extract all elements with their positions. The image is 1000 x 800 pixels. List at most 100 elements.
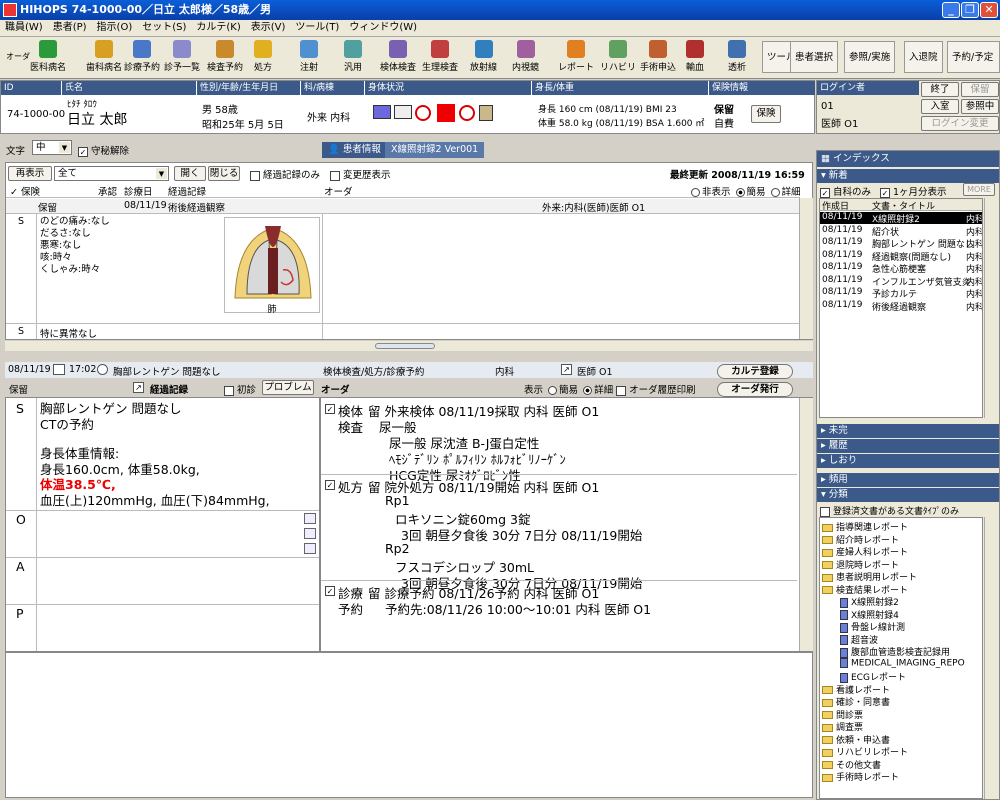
search-icon[interactable]	[304, 528, 316, 539]
reference-status-button[interactable]: 参照中	[961, 99, 999, 114]
one-month-toggle[interactable]: ✓ 1ヶ月分表示	[880, 184, 947, 198]
menu-tool[interactable]: ツール(T)	[290, 20, 344, 36]
section-new[interactable]: ▾ 新着	[817, 169, 999, 183]
allergy-icon[interactable]	[373, 105, 391, 119]
tree-item[interactable]: 手術時レポート	[822, 770, 899, 783]
guard-checkbox[interactable]: ✓	[78, 146, 88, 157]
one-month-checkbox[interactable]: ✓	[880, 187, 890, 198]
section-frequent[interactable]: ▸ 頻用	[817, 473, 999, 487]
login-change-button[interactable]: ログイン変更	[921, 116, 999, 131]
minimize-button[interactable]: _	[942, 2, 960, 18]
section-category[interactable]: ▾ 分類	[817, 488, 999, 502]
first-visit-checkbox[interactable]	[224, 385, 234, 396]
tree-item[interactable]: 退院時レポート	[822, 558, 899, 571]
close-all-button[interactable]: 閉じる	[208, 166, 240, 181]
only-progress-toggle[interactable]: 経過記録のみ	[250, 167, 320, 181]
toolbar-button-7[interactable]: 汎用	[344, 39, 362, 77]
reference-button[interactable]: 参照/実施	[844, 41, 896, 73]
index-row[interactable]: 08/11/19 急性心筋梗塞 内科	[820, 262, 982, 275]
change-history-toggle[interactable]: 変更歴表示	[330, 167, 391, 181]
wheelchair-icon[interactable]	[394, 105, 412, 119]
section-bookmark[interactable]: ▸ しおり	[817, 454, 999, 468]
orders-scrollbar[interactable]	[799, 398, 813, 651]
prohibit-icon[interactable]	[415, 105, 431, 121]
document-icon[interactable]	[479, 105, 493, 121]
menu-staff[interactable]: 職員(W)	[0, 20, 48, 36]
order-checkbox[interactable]: ✓	[325, 586, 335, 596]
order-issue-button[interactable]: オーダ発行	[717, 382, 793, 397]
list-icon[interactable]	[304, 513, 316, 524]
guard-toggle[interactable]: ✓ 守秘解除	[78, 143, 129, 157]
tree-item[interactable]: その他文書	[822, 758, 881, 771]
tree-item[interactable]: ECGレポート	[840, 670, 906, 683]
patient-select-button[interactable]: 患者選択	[790, 41, 839, 73]
more-button[interactable]: MORE	[963, 183, 995, 196]
history-row[interactable]: 保留 08/11/19 術後経過観察 外来:内科(医師)医師 O1	[6, 199, 800, 214]
menu-order[interactable]: 指示(O)	[92, 20, 138, 36]
history-print-checkbox[interactable]	[616, 385, 627, 396]
toolbar-button-13[interactable]: リハビリ	[600, 39, 636, 77]
order-checkbox[interactable]: ✓	[325, 404, 335, 414]
tree-item[interactable]: 問診票	[822, 708, 863, 721]
tree-item[interactable]: 骨盤レ線計測	[840, 620, 905, 633]
radio-detail[interactable]	[770, 188, 780, 197]
toolbar-button-0[interactable]: 医科病名	[30, 39, 66, 77]
tree-item[interactable]: 紹介時レポート	[822, 533, 899, 546]
admission-button[interactable]: 入退院	[904, 41, 943, 73]
tree-item[interactable]: 指導関連レポート	[822, 520, 908, 533]
refresh-button[interactable]: 再表示	[8, 166, 52, 181]
calendar-icon[interactable]	[53, 364, 65, 375]
maximize-button[interactable]: ❐	[961, 2, 979, 18]
radio-hidden[interactable]	[691, 188, 700, 197]
problem-button[interactable]: プロブレム	[262, 380, 314, 395]
only-progress-checkbox[interactable]	[250, 170, 260, 181]
toolbar-button-10[interactable]: 放射線	[470, 39, 497, 77]
menu-set[interactable]: セット(S)	[137, 20, 191, 36]
tree-item[interactable]: 産婦人科レポート	[822, 545, 908, 558]
index-row[interactable]: 08/11/19 紹介状 内科	[820, 225, 982, 238]
infection-icon[interactable]	[437, 104, 455, 122]
end-button[interactable]: 終了	[921, 82, 959, 97]
close-button[interactable]: ✕	[980, 2, 998, 18]
toolbar-button-12[interactable]: レポート	[558, 39, 594, 77]
radio-editor-detail[interactable]	[583, 386, 593, 395]
s-textarea[interactable]: 胸部レントゲン 問題なし CTの予約 身長体重情報: 身長160.0cm, 体重…	[40, 401, 310, 509]
tree-item[interactable]: 超音波	[840, 633, 878, 646]
toolbar-button-16[interactable]: 透析	[728, 39, 746, 77]
history-scrollbar[interactable]	[799, 198, 813, 339]
tree-scrollbar[interactable]	[984, 517, 998, 799]
tree-item[interactable]: 看護レポート	[822, 683, 890, 696]
link-icon[interactable]: ↗	[133, 382, 144, 393]
clock-icon[interactable]	[97, 364, 108, 375]
toolbar-button-11[interactable]: 内視鏡	[512, 39, 539, 77]
tree-item[interactable]: 依頼・申込書	[822, 733, 890, 746]
toolbar-button-15[interactable]: 輸血	[686, 39, 704, 77]
index-row[interactable]: 08/11/19 X線照射録2 内科	[820, 212, 982, 225]
menu-window[interactable]: ウィンドウ(W)	[344, 20, 422, 36]
change-history-checkbox[interactable]	[330, 170, 340, 181]
section-unfinished[interactable]: ▸ 未完	[817, 424, 999, 438]
splitter[interactable]	[5, 341, 813, 351]
view-radios[interactable]: 非表示 簡易 詳細	[689, 184, 801, 198]
first-visit-toggle[interactable]: 初診	[224, 382, 256, 396]
order-checkbox[interactable]: ✓	[325, 480, 335, 490]
tree-item[interactable]: X線照射録4	[840, 608, 899, 621]
tree-item[interactable]: 腹部血管造影検査記録用	[840, 645, 950, 658]
radio-simple[interactable]	[735, 188, 745, 197]
open-button[interactable]: 開く	[174, 166, 206, 181]
toolbar-button-9[interactable]: 生理検査	[422, 39, 458, 77]
tree-item[interactable]: X線照射録2	[840, 595, 899, 608]
menu-view[interactable]: 表示(V)	[246, 20, 291, 36]
karte-register-button[interactable]: カルテ登録	[717, 364, 793, 379]
index-row[interactable]: 08/11/19 インフルエンザ気管支炎 内科	[820, 275, 982, 288]
insurance-button[interactable]: 保険	[751, 105, 781, 123]
index-row[interactable]: 08/11/19 予診カルテ 内科	[820, 287, 982, 300]
index-row[interactable]: 08/11/19 胸部レントゲン 問題なし 内科	[820, 237, 982, 250]
menu-karte[interactable]: カルテ(K)	[191, 20, 245, 36]
tree-item[interactable]: 調査票	[822, 720, 863, 733]
index-row[interactable]: 08/11/19 経過観察(問題なし) 内科	[820, 250, 982, 263]
menu-patient[interactable]: 患者(P)	[48, 20, 92, 36]
enter-button[interactable]: 入室	[921, 99, 959, 114]
link-icon[interactable]: ↗	[561, 364, 572, 375]
tree-item[interactable]: 検査結果レポート	[822, 583, 908, 596]
